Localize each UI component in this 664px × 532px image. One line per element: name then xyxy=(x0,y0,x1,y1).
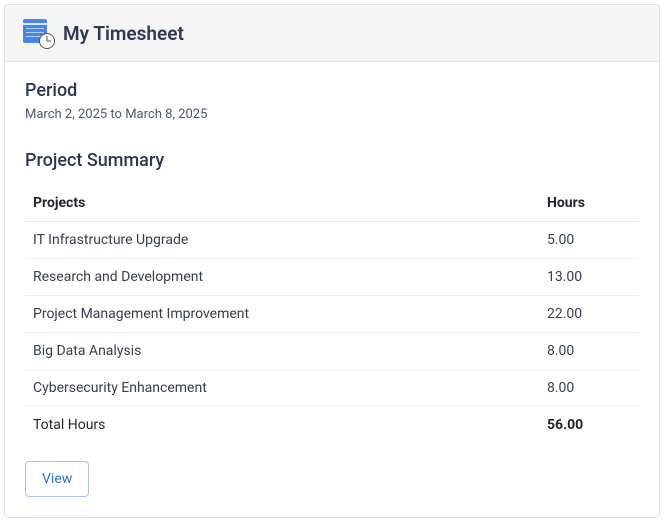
project-hours-cell: 22.00 xyxy=(539,296,639,333)
timesheet-card: My Timesheet Period March 2, 2025 to Mar… xyxy=(4,4,660,518)
card-title: My Timesheet xyxy=(63,22,184,45)
table-row: Project Management Improvement 22.00 xyxy=(25,296,639,333)
period-label: Period xyxy=(25,80,639,101)
project-summary-table: Projects Hours IT Infrastructure Upgrade… xyxy=(25,185,639,443)
project-name-cell: Research and Development xyxy=(25,259,539,296)
table-row: Research and Development 13.00 xyxy=(25,259,639,296)
project-name-cell: Cybersecurity Enhancement xyxy=(25,370,539,407)
project-hours-cell: 8.00 xyxy=(539,370,639,407)
summary-tbody: IT Infrastructure Upgrade 5.00 Research … xyxy=(25,222,639,444)
table-row: Cybersecurity Enhancement 8.00 xyxy=(25,370,639,407)
summary-title: Project Summary xyxy=(25,150,639,171)
project-hours-cell: 13.00 xyxy=(539,259,639,296)
project-name-cell: IT Infrastructure Upgrade xyxy=(25,222,539,259)
project-hours-cell: 8.00 xyxy=(539,333,639,370)
project-hours-cell: 5.00 xyxy=(539,222,639,259)
table-row: IT Infrastructure Upgrade 5.00 xyxy=(25,222,639,259)
card-body: Period March 2, 2025 to March 8, 2025 Pr… xyxy=(5,62,659,517)
period-range: March 2, 2025 to March 8, 2025 xyxy=(25,107,639,122)
projects-column-header: Projects xyxy=(25,185,539,222)
total-hours-cell: 56.00 xyxy=(539,407,639,444)
table-row: Big Data Analysis 8.00 xyxy=(25,333,639,370)
hours-column-header: Hours xyxy=(539,185,639,222)
table-header-row: Projects Hours xyxy=(25,185,639,222)
timesheet-icon xyxy=(23,19,51,47)
total-label-cell: Total Hours xyxy=(25,407,539,444)
total-row: Total Hours 56.00 xyxy=(25,407,639,444)
view-button[interactable]: View xyxy=(25,461,89,497)
project-name-cell: Project Management Improvement xyxy=(25,296,539,333)
card-header: My Timesheet xyxy=(5,5,659,62)
project-name-cell: Big Data Analysis xyxy=(25,333,539,370)
